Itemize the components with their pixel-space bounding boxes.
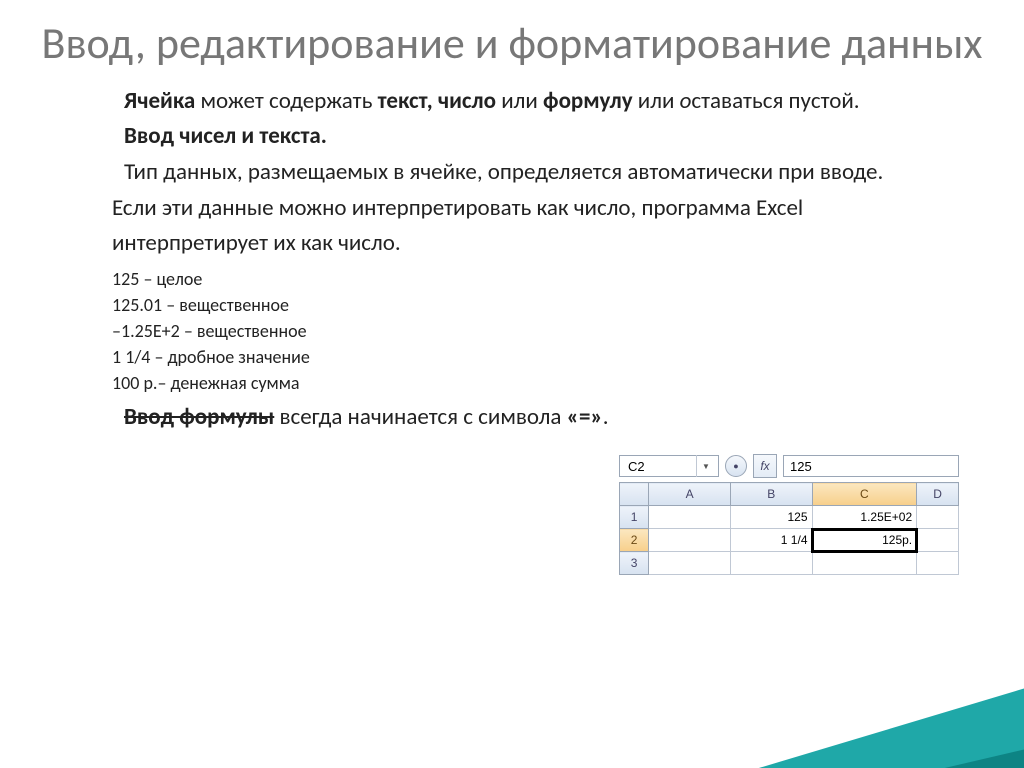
list-item: 100 р.– денежная сумма [112,370,984,396]
p1-bold-formulu: формулу [543,87,633,115]
row-header-3[interactable]: 3 [620,552,649,575]
paragraph-2: Ввод чисел и текста. [112,119,984,155]
cell-c2[interactable]: 125р. [812,529,917,552]
excel-row-1: 1 125 1.25E+02 [620,506,959,529]
p1-italic-o: о [680,87,692,115]
cell-d1[interactable] [917,506,959,529]
decorative-triangle-2 [559,718,1024,768]
list-item: –1.25Е+2 – вещественное [112,318,984,344]
body-content: Ячейка может содержать текст, число или … [40,84,984,436]
cell-d3[interactable] [917,552,959,575]
p4-struck-bold: Ввод формулы [124,403,274,431]
col-header-b[interactable]: B [730,483,812,506]
excel-fill-handle-icon[interactable]: ● [725,455,747,477]
col-header-c[interactable]: C [812,483,917,506]
list-item: 1 1/4 – дробное значение [112,344,984,370]
excel-formula-value: 125 [790,459,812,474]
cell-a1[interactable] [649,506,731,529]
excel-fragment: C2 ▼ ● fx 125 A B C D 1 125 [619,454,959,575]
paragraph-4: Ввод формулы всегда начинается с символа… [112,400,984,436]
row-header-1[interactable]: 1 [620,506,649,529]
excel-row-2: 2 1 1/4 125р. [620,529,959,552]
cell-c1[interactable]: 1.25E+02 [812,506,917,529]
page-title: Ввод, редактирование и форматирование да… [40,18,984,69]
excel-row-3: 3 [620,552,959,575]
cell-b2[interactable]: 1 1/4 [730,529,812,552]
list-item: 125 – целое [112,266,984,292]
p4-text-2: . [603,403,609,431]
row-header-2[interactable]: 2 [620,529,649,552]
corner-cell[interactable] [620,483,649,506]
cell-b3[interactable] [730,552,812,575]
p1-bold-yacheyka: Ячейка [124,87,195,115]
col-header-a[interactable]: A [649,483,731,506]
excel-header-row: A B C D [620,483,959,506]
excel-formula-bar[interactable]: 125 [783,455,959,477]
p1-bold-tekst-chislo: текст, число [378,87,496,115]
cell-a2[interactable] [649,529,731,552]
p1-text-3: или [633,87,680,115]
paragraph-3: Тип данных, размещаемых в ячейке, опреде… [112,155,932,262]
cell-c3[interactable] [812,552,917,575]
p1-text-4: ставаться пустой. [691,87,859,115]
p4-bold-equals: «=» [567,403,603,431]
col-header-d[interactable]: D [917,483,959,506]
cell-b1[interactable]: 125 [730,506,812,529]
excel-formula-row: C2 ▼ ● fx 125 [619,454,959,478]
cell-d2[interactable] [917,529,959,552]
number-types-list: 125 – целое 125.01 – вещественное –1.25Е… [112,266,984,396]
excel-grid: A B C D 1 125 1.25E+02 2 1 1/4 125р. 3 [619,482,959,575]
list-item: 125.01 – вещественное [112,292,984,318]
p1-text-2: или [496,87,543,115]
chevron-down-icon: ▼ [696,455,715,477]
slide-container: Ввод, редактирование и форматирование да… [0,0,1024,768]
excel-name-box-value: C2 [628,459,645,474]
cell-a3[interactable] [649,552,731,575]
excel-name-box[interactable]: C2 ▼ [619,455,719,477]
paragraph-1: Ячейка может содержать текст, число или … [112,84,984,120]
p4-text-1: всегда начинается с символа [274,403,566,431]
fx-icon[interactable]: fx [753,454,777,478]
p1-text-1: может содержать [195,87,377,115]
